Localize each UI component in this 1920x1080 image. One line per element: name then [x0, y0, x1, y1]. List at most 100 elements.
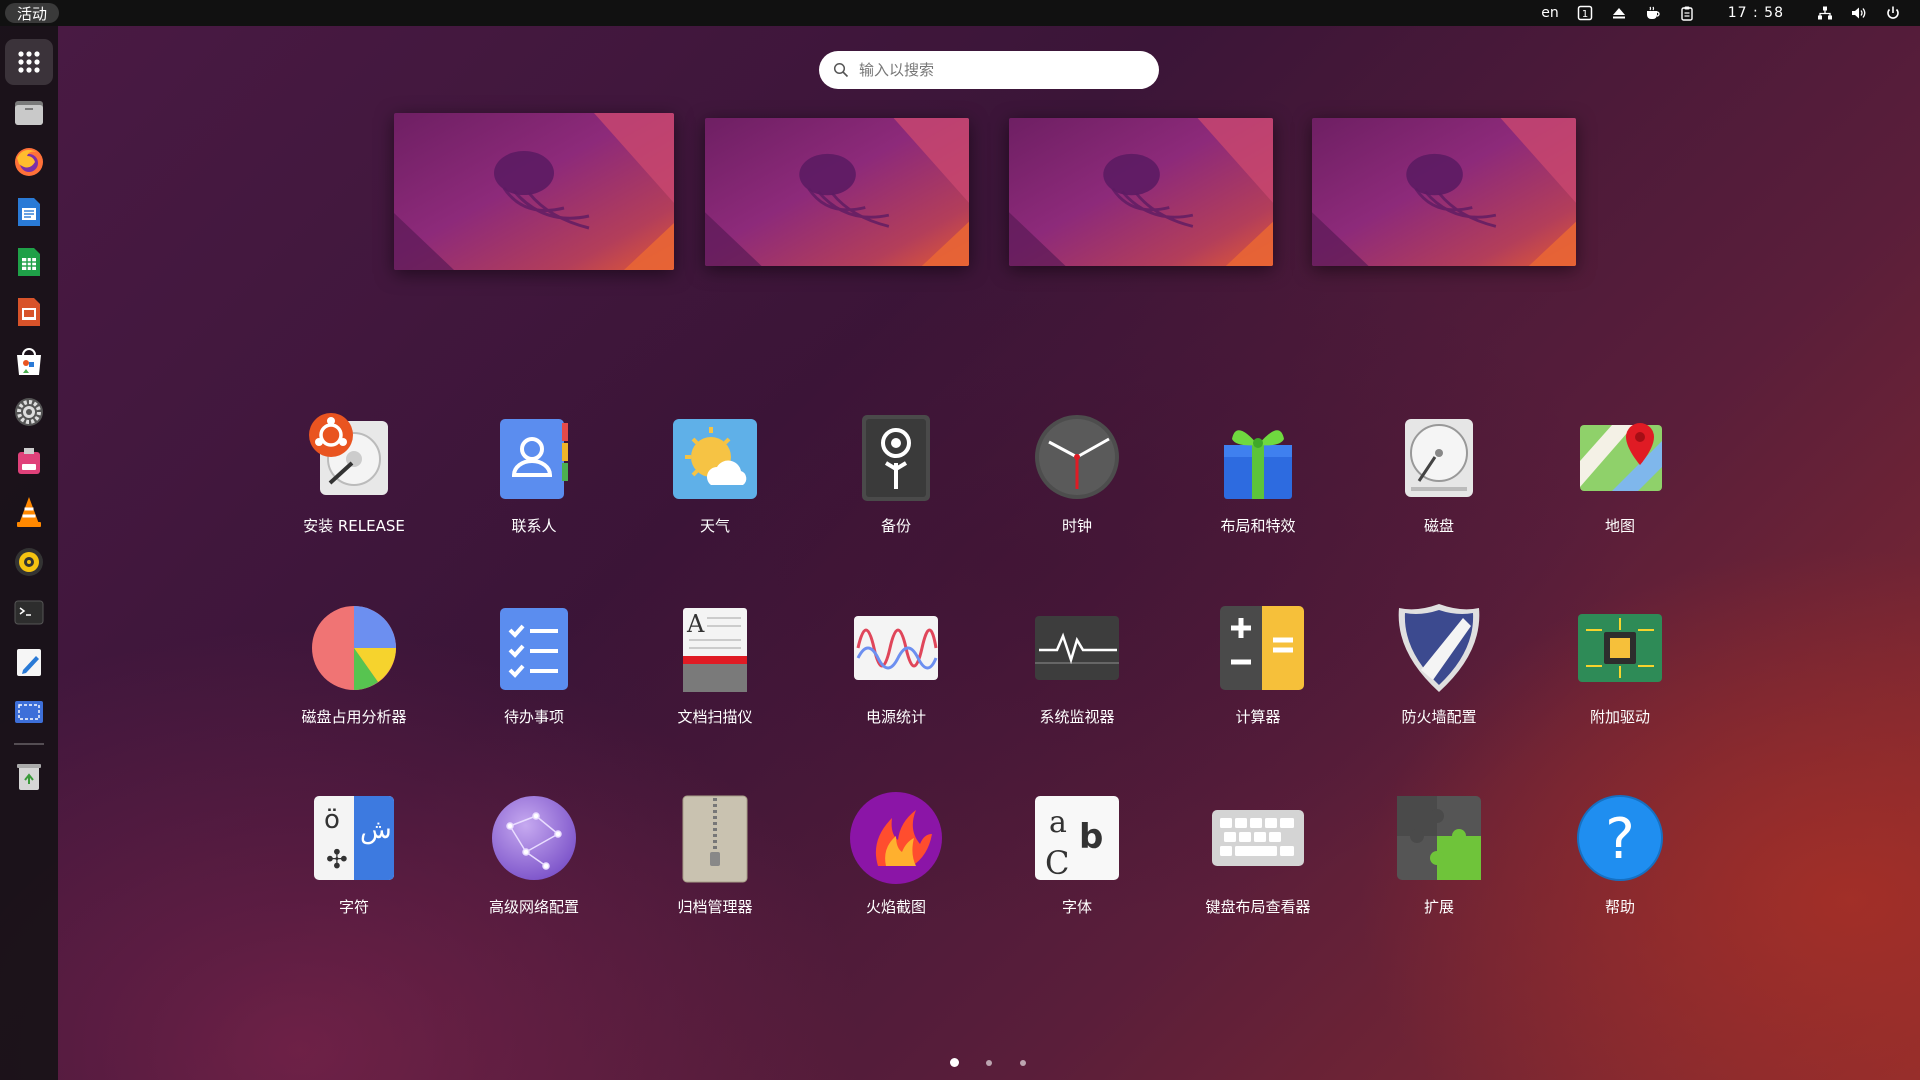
workspace-thumbnail-4[interactable]	[1312, 118, 1576, 266]
app-label: 磁盘占用分析器	[301, 708, 407, 726]
svg-text:ö: ö	[324, 805, 340, 835]
input-language[interactable]: en	[1532, 0, 1568, 26]
app-label: 附加驱动	[1589, 708, 1650, 726]
activities-button[interactable]: 活动	[5, 3, 60, 23]
todo-icon	[500, 608, 568, 690]
dock-files[interactable]	[5, 89, 53, 135]
workspace-indicator-icon[interactable]: 1	[1568, 0, 1602, 26]
app-label: 文档扫描仪	[677, 708, 753, 726]
app-weather[interactable]: 天气	[635, 405, 795, 555]
app-install-release[interactable]: 安装 RELEASE	[274, 405, 434, 555]
system-tray: en 1 17 : 58	[1532, 0, 1910, 26]
disks-icon	[1405, 419, 1473, 497]
app-extensions[interactable]: 扩展	[1359, 786, 1519, 936]
page-indicator-2[interactable]	[986, 1060, 992, 1066]
svg-text:A: A	[686, 610, 705, 638]
app-maps[interactable]: 地图	[1540, 405, 1700, 555]
search-input[interactable]	[859, 61, 1139, 79]
app-keyboard-layout[interactable]: 键盘布局查看器	[1178, 786, 1338, 936]
dock-rhythmbox[interactable]	[5, 539, 53, 585]
search-icon	[833, 62, 849, 78]
files-icon	[15, 101, 43, 125]
svg-text:ش: ش	[360, 815, 392, 845]
app-advanced-network[interactable]: 高级网络配置	[454, 786, 614, 936]
dock-calc[interactable]	[5, 239, 53, 285]
dock-terminal[interactable]	[5, 589, 53, 635]
app-flameshot[interactable]: 火焰截图	[816, 786, 976, 936]
workspace-thumbnail-1[interactable]	[394, 113, 674, 270]
app-archive-manager[interactable]: 归档管理器	[635, 786, 795, 936]
app-backup[interactable]: 备份	[816, 405, 976, 555]
app-document-scanner[interactable]: A 文档扫描仪	[635, 596, 795, 746]
eject-icon[interactable]	[1602, 0, 1636, 26]
dock-settings[interactable]	[5, 389, 53, 435]
dock-firefox[interactable]	[5, 139, 53, 185]
puzzle-icon	[1397, 796, 1481, 880]
dock-writer[interactable]	[5, 189, 53, 235]
gift-icon	[1224, 430, 1292, 499]
installer-icon	[309, 413, 388, 495]
app-clocks[interactable]: 时钟	[997, 405, 1157, 555]
writer-icon	[18, 198, 40, 226]
fonts-icon: a b C	[1035, 796, 1119, 882]
dock-impress[interactable]	[5, 289, 53, 335]
dock-screenshot[interactable]	[5, 689, 53, 735]
dock-trash[interactable]	[5, 753, 53, 799]
app-label: 地图	[1604, 517, 1635, 535]
scanner-icon: A	[683, 608, 747, 692]
app-additional-drivers[interactable]: 附加驱动	[1540, 596, 1700, 746]
app-label: 火焰截图	[865, 898, 926, 916]
trash-icon	[17, 764, 41, 790]
app-contacts[interactable]: 联系人	[454, 405, 614, 555]
app-characters[interactable]: ö ✣ ش 字符	[274, 786, 434, 936]
app-calculator[interactable]: 计算器	[1178, 596, 1338, 746]
show-apps-button[interactable]	[5, 39, 53, 85]
app-label: 备份	[880, 517, 911, 535]
screenshot-icon	[15, 701, 43, 723]
app-label: 字符	[338, 898, 369, 916]
contacts-icon	[500, 419, 568, 499]
calculator-icon	[1220, 606, 1304, 690]
text-editor-icon	[17, 649, 41, 676]
dock	[0, 26, 58, 1080]
shield-icon	[1398, 604, 1480, 692]
search-bar[interactable]	[819, 51, 1159, 89]
volume-icon[interactable]	[1842, 0, 1876, 26]
app-label: 高级网络配置	[488, 898, 579, 916]
workspace-thumbnail-3[interactable]	[1009, 118, 1273, 266]
app-system-monitor[interactable]: 系统监视器	[997, 596, 1157, 746]
app-label: 归档管理器	[677, 898, 753, 916]
network-icon[interactable]	[1808, 0, 1842, 26]
dock-usb-creator[interactable]	[5, 439, 53, 485]
clipboard-icon[interactable]	[1670, 0, 1704, 26]
caffeine-icon[interactable]	[1636, 0, 1670, 26]
app-disks[interactable]: 磁盘	[1359, 405, 1519, 555]
page-indicator-1[interactable]	[950, 1058, 959, 1067]
app-todo[interactable]: 待办事项	[454, 596, 614, 746]
app-power-statistics[interactable]: 电源统计	[816, 596, 976, 746]
impress-icon	[18, 298, 40, 326]
clock[interactable]: 17 : 58	[1704, 0, 1808, 26]
maps-icon	[1580, 423, 1662, 491]
app-label: 字体	[1061, 898, 1092, 916]
app-fonts[interactable]: a b C 字体	[997, 786, 1157, 936]
app-firewall[interactable]: 防火墙配置	[1359, 596, 1519, 746]
usb-creator-icon	[18, 448, 40, 474]
archive-icon	[682, 795, 748, 883]
app-disk-usage[interactable]: 磁盘占用分析器	[274, 596, 434, 746]
dock-vlc[interactable]	[5, 489, 53, 535]
dock-text-editor[interactable]	[5, 639, 53, 685]
svg-text:C: C	[1045, 844, 1069, 882]
disk-usage-icon	[312, 606, 396, 690]
dock-app-center[interactable]	[5, 339, 53, 385]
page-indicator-3[interactable]	[1020, 1060, 1026, 1066]
app-layout-effects[interactable]: 布局和特效	[1178, 405, 1338, 555]
workspace-thumbnail-2[interactable]	[705, 118, 969, 266]
dock-separator	[14, 743, 44, 745]
app-help[interactable]: ? 帮助	[1540, 786, 1700, 936]
power-icon[interactable]	[1876, 0, 1910, 26]
keyboard-icon	[1212, 810, 1304, 866]
top-bar: 活动 en 1 17 : 58	[0, 0, 1920, 26]
terminal-icon	[14, 600, 44, 625]
rhythmbox-icon	[15, 548, 43, 576]
